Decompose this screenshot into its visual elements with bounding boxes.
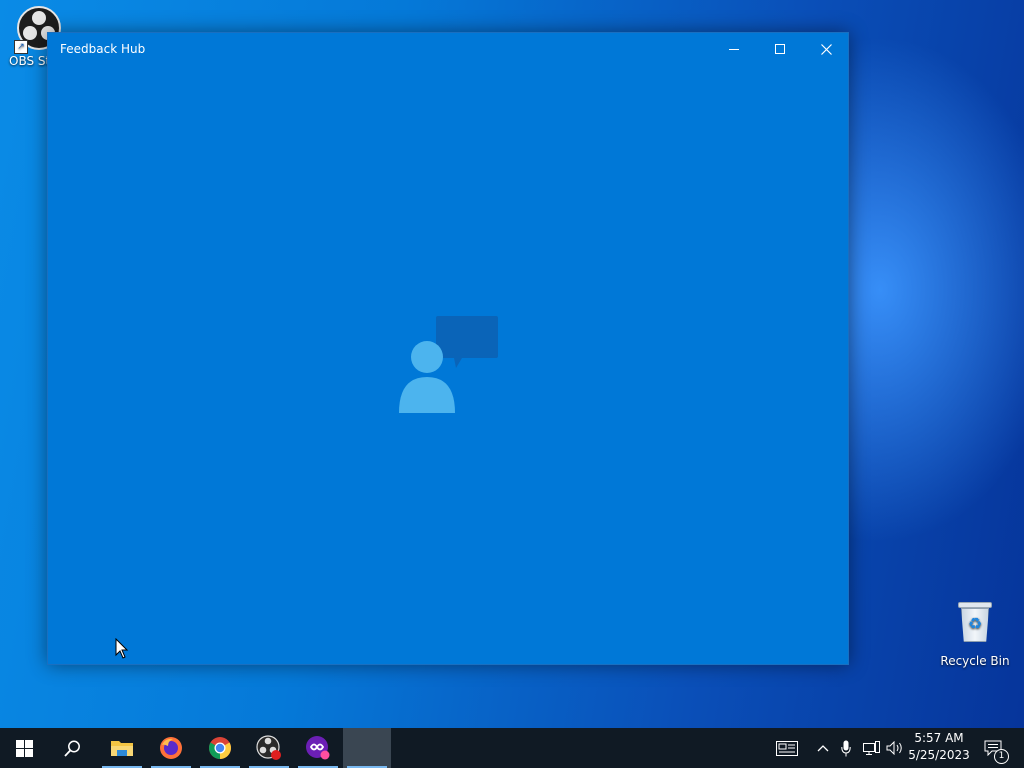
speaker-icon xyxy=(886,741,902,755)
clock-date: 5/25/2023 xyxy=(908,748,970,762)
news-icon xyxy=(776,740,798,756)
taskbar-feedback-hub-active[interactable] xyxy=(343,728,391,768)
chrome-icon xyxy=(209,737,231,759)
show-hidden-icons-button[interactable] xyxy=(812,728,834,768)
network-button[interactable] xyxy=(860,728,882,768)
start-button[interactable] xyxy=(0,728,48,768)
window-title: Feedback Hub xyxy=(60,42,146,56)
shortcut-arrow-icon: ↗ xyxy=(14,40,28,54)
search-icon xyxy=(63,740,80,757)
firefox-icon xyxy=(160,737,182,759)
volume-button[interactable] xyxy=(884,728,906,768)
obs-icon xyxy=(256,735,281,760)
feedback-hub-window[interactable]: Feedback Hub xyxy=(47,32,849,665)
clock-time: 5:57 AM xyxy=(914,731,964,745)
folder-icon xyxy=(111,741,133,756)
chevron-up-icon xyxy=(817,745,829,752)
close-icon xyxy=(820,43,832,55)
microphone-button[interactable] xyxy=(836,728,856,768)
clock[interactable]: 5:57 AM 5/25/2023 xyxy=(906,730,972,766)
desktop-icon-recycle-bin[interactable]: ♻ Recycle Bin xyxy=(938,600,1012,668)
minimize-button[interactable] xyxy=(711,33,757,65)
news-button[interactable] xyxy=(772,728,802,768)
taskbar-file-explorer[interactable] xyxy=(98,728,146,768)
maximize-icon xyxy=(775,44,785,54)
feedback-hub-splash-icon xyxy=(399,316,498,413)
taskbar: 5:57 AM 5/25/2023 1 xyxy=(0,728,1024,768)
taskbar-obs-studio[interactable] xyxy=(245,728,293,768)
mouse-cursor-icon xyxy=(115,638,129,659)
title-bar[interactable]: Feedback Hub xyxy=(48,33,848,65)
recycle-bin-icon: ♻ xyxy=(958,600,992,642)
taskbar-firefox[interactable] xyxy=(147,728,195,768)
minimize-icon xyxy=(729,49,739,50)
microphone-icon xyxy=(841,740,851,756)
taskbar-chrome[interactable] xyxy=(196,728,244,768)
desktop-icon-label: Recycle Bin xyxy=(940,654,1010,668)
network-icon xyxy=(862,741,880,755)
maximize-button[interactable] xyxy=(757,33,803,65)
windows-logo-icon xyxy=(15,739,33,757)
taskbar-purple-app[interactable] xyxy=(294,728,342,768)
search-button[interactable] xyxy=(48,728,96,768)
close-button[interactable] xyxy=(803,33,849,65)
notification-count-badge: 1 xyxy=(994,749,1009,764)
purple-app-icon xyxy=(306,736,330,760)
